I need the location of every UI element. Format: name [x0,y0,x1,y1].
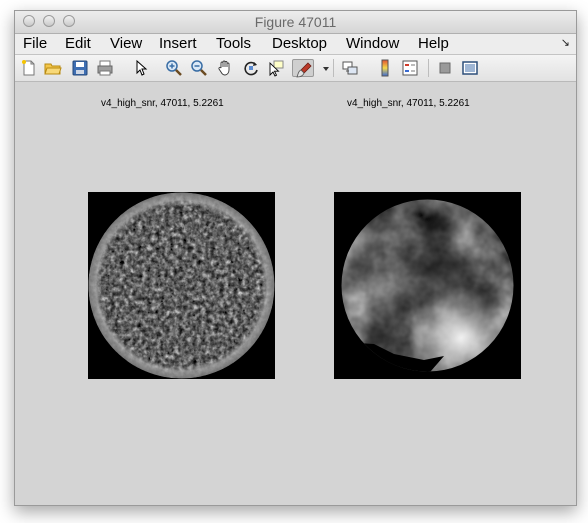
show-plot-tools-icon[interactable] [461,59,479,77]
toolbar-separator [333,59,334,77]
colorbar-icon[interactable] [376,59,394,77]
pan-hand-icon[interactable] [216,59,234,77]
menu-tools[interactable]: Tools [216,35,251,52]
menu-insert[interactable]: Insert [159,35,197,52]
plot-title-left: v4_high_snr, 47011, 5.2261 [101,98,224,109]
plot-title-right: v4_high_snr, 47011, 5.2261 [347,98,470,109]
hide-plot-tools-icon[interactable] [436,59,454,77]
brush-icon[interactable] [292,59,314,78]
link-plot-icon[interactable] [341,59,359,77]
menu-overflow-arrow-icon[interactable]: ↘ [561,36,570,49]
save-icon[interactable] [71,59,89,77]
open-file-icon[interactable] [44,59,62,77]
menu-help[interactable]: Help [418,35,449,52]
figure-toolbar [15,55,576,82]
menu-view[interactable]: View [110,35,142,52]
print-icon[interactable] [96,59,114,77]
image-axes-right[interactable] [334,192,521,379]
legend-icon[interactable] [401,59,419,77]
figure-canvas: v4_high_snr, 47011, 5.2261 v4_high_snr, … [15,82,576,505]
figure-window: Figure 47011 File Edit View Insert Tools… [14,10,577,506]
rotate-3d-icon[interactable] [242,59,260,77]
zoom-out-icon[interactable] [190,59,208,77]
menu-file[interactable]: File [23,35,47,52]
menu-window[interactable]: Window [346,35,399,52]
pointer-icon[interactable] [132,59,150,77]
image-axes-left[interactable] [88,192,275,379]
title-bar: Figure 47011 [15,11,576,34]
window-title: Figure 47011 [254,14,337,30]
toolbar-separator [428,59,429,77]
data-cursor-icon[interactable] [267,59,285,77]
zoom-in-icon[interactable] [165,59,183,77]
brush-dropdown-icon[interactable] [317,59,329,77]
menu-edit[interactable]: Edit [65,35,91,52]
menu-bar: File Edit View Insert Tools Desktop Wind… [15,34,576,55]
menu-desktop[interactable]: Desktop [272,35,327,52]
new-figure-icon[interactable] [20,59,38,77]
